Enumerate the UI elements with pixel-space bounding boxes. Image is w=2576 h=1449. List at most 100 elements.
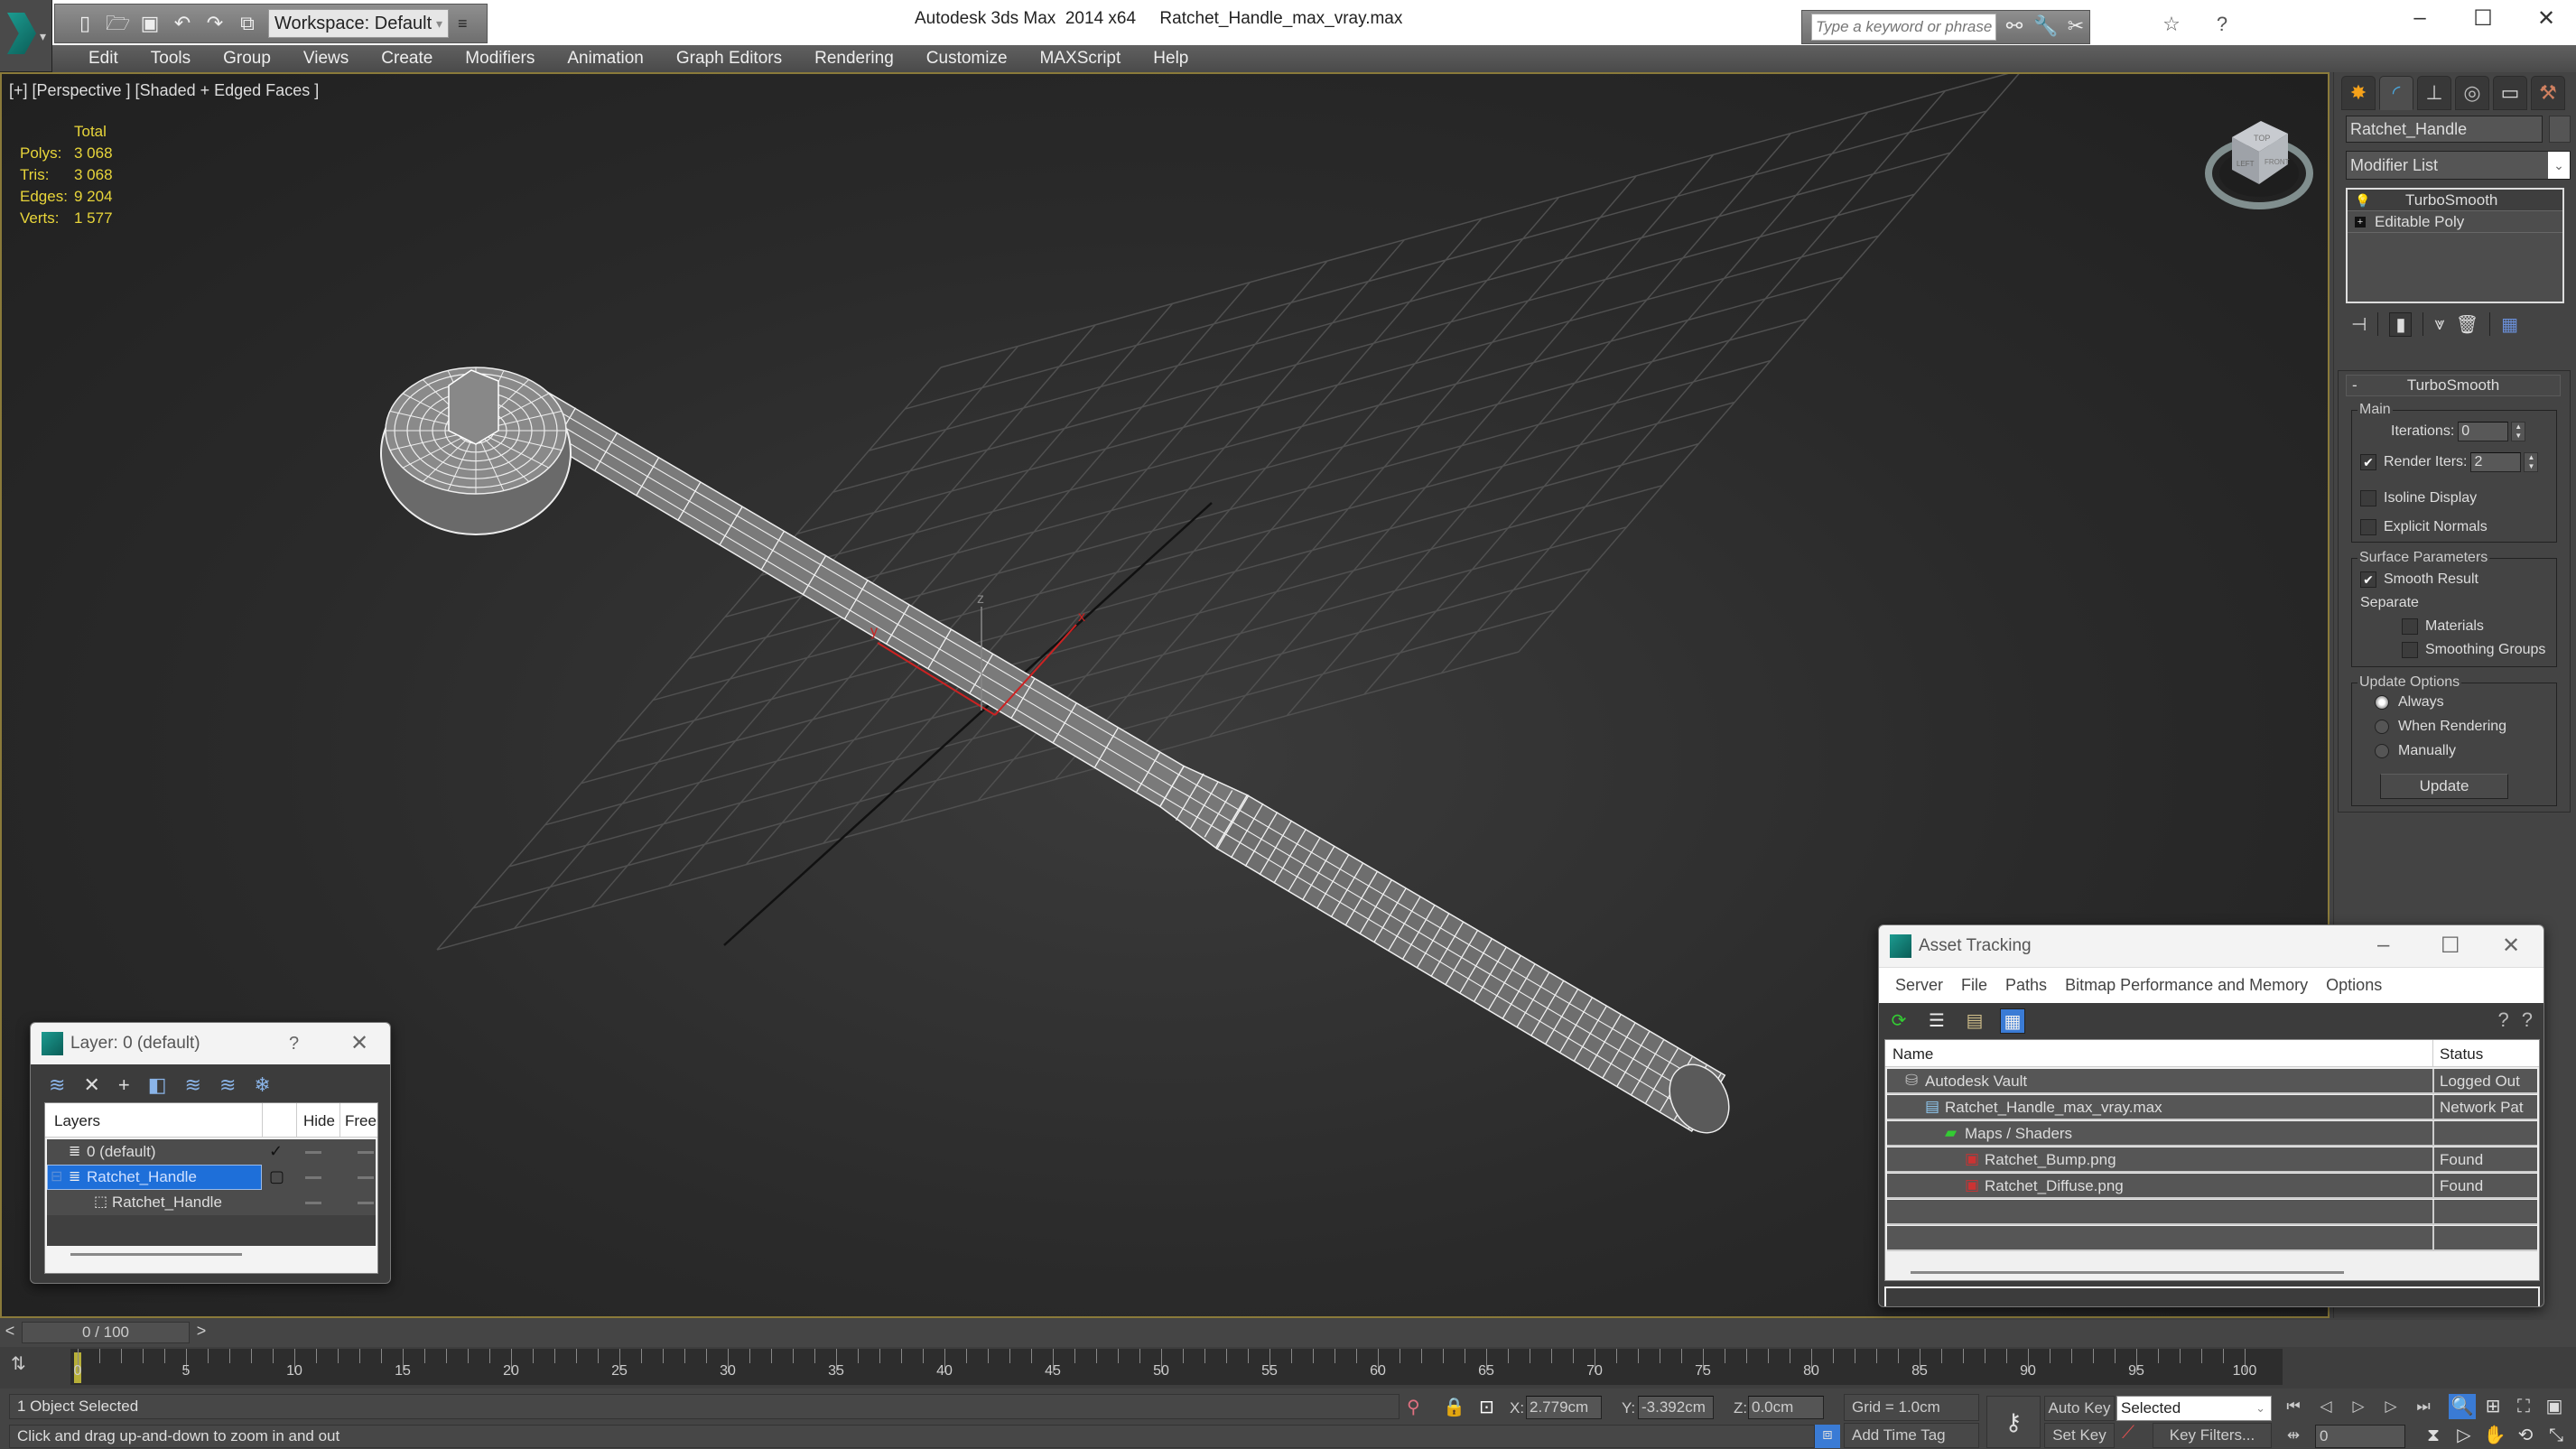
- isoline-display-checkbox[interactable]: [2360, 490, 2376, 506]
- undo-icon[interactable]: ↶: [171, 12, 194, 35]
- hide-layers-icon[interactable]: ≋: [219, 1073, 236, 1097]
- lightbulb-icon[interactable]: 💡: [2355, 190, 2370, 211]
- asset-row[interactable]: ▤ Ratchet_Handle_max_vray.max Network Pat: [1887, 1095, 2537, 1120]
- next-frame-button[interactable]: >: [191, 1322, 211, 1345]
- radio-button[interactable]: [2375, 720, 2389, 734]
- hierarchy-tab-icon[interactable]: ⊥: [2417, 76, 2451, 110]
- make-unique-icon[interactable]: ⩔: [2434, 314, 2444, 335]
- set-current-layer-box[interactable]: ▢: [269, 1167, 284, 1186]
- binoculars-icon[interactable]: ⚯: [2003, 14, 2026, 40]
- render-iters-checkbox[interactable]: ✔: [2360, 454, 2376, 470]
- zoom-icon[interactable]: 🔍: [2449, 1394, 2476, 1419]
- toolbar-options-icon[interactable]: ≡: [458, 14, 468, 33]
- add-time-tag-button[interactable]: Add Time Tag: [1844, 1423, 1979, 1448]
- key-filters-button[interactable]: Key Filters...: [2153, 1423, 2272, 1448]
- asset-menu-file[interactable]: File: [1952, 976, 1996, 995]
- zoom-extents-all-icon[interactable]: ▣: [2541, 1394, 2568, 1419]
- current-frame-field[interactable]: 0: [2315, 1425, 2405, 1448]
- select-objects-icon[interactable]: ◧: [148, 1073, 167, 1097]
- table-view-icon[interactable]: ▦: [2000, 1008, 2025, 1034]
- y-coordinate-field[interactable]: -3.392cm: [1638, 1396, 1714, 1419]
- asset-menu-options[interactable]: Options: [2317, 976, 2391, 995]
- menu-modifiers[interactable]: Modifiers: [449, 49, 551, 69]
- absolute-mode-icon[interactable]: ⊡: [1479, 1396, 1494, 1418]
- add-to-layer-icon[interactable]: +: [118, 1073, 130, 1097]
- freeze-layers-icon[interactable]: ❄: [254, 1073, 270, 1097]
- horizontal-scrollbar[interactable]: [70, 1253, 242, 1256]
- open-file-icon[interactable]: 🗁: [106, 12, 130, 35]
- update-option-when-rendering[interactable]: When Rendering: [2375, 719, 2506, 735]
- remove-modifier-icon[interactable]: 🗑: [2456, 313, 2478, 336]
- ratchet-handle-model[interactable]: [380, 367, 1741, 1144]
- zoom-all-icon[interactable]: ⊞: [2479, 1394, 2506, 1419]
- show-end-result-icon[interactable]: ▮: [2389, 311, 2413, 337]
- workspace-dropdown[interactable]: Workspace: Default: [268, 9, 449, 38]
- render-iters-field[interactable]: 2: [2470, 452, 2522, 472]
- track-bar-timeline[interactable]: 0 5 10 15 20 25 30 35 40 45 50 55 60 65 70 75 80 85 90 95 10…: [70, 1349, 2283, 1385]
- menu-views[interactable]: Views: [287, 49, 365, 69]
- help-button[interactable]: ?: [289, 1034, 299, 1054]
- iterations-spinner[interactable]: ▲ ▼: [2511, 422, 2526, 441]
- new-file-icon[interactable]: ▯: [73, 12, 97, 35]
- utilities-tab-icon[interactable]: ⚒: [2531, 76, 2565, 110]
- communication-icon[interactable]: ✂: [2064, 14, 2088, 40]
- layer-row[interactable]: ⊟ ≣ Ratchet_Handle ▢: [47, 1165, 376, 1190]
- object-color-swatch[interactable]: [2549, 116, 2571, 143]
- menu-rendering[interactable]: Rendering: [798, 49, 910, 69]
- radio-button[interactable]: [2375, 695, 2389, 710]
- default-in-out-tangent-icon[interactable]: ⟋: [2122, 1423, 2134, 1444]
- maximize-button[interactable]: ☐: [2441, 933, 2460, 959]
- field-of-view-icon[interactable]: ▷: [2450, 1423, 2478, 1448]
- close-button[interactable]: ✕: [350, 1030, 368, 1056]
- menu-tools[interactable]: Tools: [135, 49, 207, 69]
- horizontal-scrollbar[interactable]: [1911, 1271, 2344, 1274]
- project-folder-icon[interactable]: ⧉: [236, 12, 259, 35]
- update-button[interactable]: Update: [2380, 774, 2508, 799]
- menu-create[interactable]: Create: [365, 49, 449, 69]
- menu-help[interactable]: Help: [1137, 49, 1204, 69]
- menu-customize[interactable]: Customize: [910, 49, 1024, 69]
- help-icon[interactable]: ?: [2498, 1008, 2509, 1032]
- render-iters-spinner[interactable]: ▲ ▼: [2524, 452, 2539, 472]
- time-tag-icon[interactable]: ⧈: [1815, 1425, 1840, 1448]
- go-to-end-icon[interactable]: ⏭: [2411, 1398, 2436, 1416]
- time-configuration-icon[interactable]: ⧗: [2420, 1423, 2447, 1448]
- z-coordinate-field[interactable]: 0.0cm: [1748, 1396, 1824, 1419]
- asset-row[interactable]: ▣ Ratchet_Bump.png Found: [1887, 1147, 2537, 1173]
- menu-group[interactable]: Group: [207, 49, 287, 69]
- key-mode-dropdown[interactable]: Selected ⌄: [2116, 1396, 2272, 1421]
- stack-item-turbosmooth[interactable]: 💡 TurboSmooth: [2348, 190, 2562, 211]
- menu-edit[interactable]: Edit: [72, 49, 135, 69]
- go-to-start-icon[interactable]: ⏮: [2281, 1398, 2306, 1416]
- stack-item-editable-poly[interactable]: + Editable Poly: [2348, 211, 2562, 233]
- curve-editor-icon[interactable]: ⇅: [11, 1352, 26, 1375]
- column-status[interactable]: Status: [2440, 1045, 2483, 1064]
- context-help-icon[interactable]: ?: [2522, 1008, 2533, 1032]
- configure-modifier-sets-icon[interactable]: ▦: [2501, 313, 2518, 336]
- isolate-selection-icon[interactable]: ⚲: [1407, 1396, 1420, 1418]
- favorites-icon[interactable]: ☆: [2160, 13, 2183, 38]
- asset-row[interactable]: ▰ Maps / Shaders: [1887, 1121, 2537, 1147]
- viewport-label-menu[interactable]: [+] [Perspective ] [Shaded + Edged Faces…: [9, 81, 319, 100]
- play-icon[interactable]: ▷: [2346, 1398, 2371, 1416]
- update-option-always[interactable]: Always: [2375, 694, 2444, 711]
- x-coordinate-field[interactable]: 2.779cm: [1526, 1396, 1602, 1419]
- maximize-viewport-icon[interactable]: ⤡: [2543, 1423, 2570, 1448]
- layer-row[interactable]: ≣ 0 (default) ✓: [47, 1139, 376, 1165]
- iterations-field[interactable]: 0: [2458, 422, 2509, 441]
- asset-row[interactable]: ▣ Ratchet_Diffuse.png Found: [1887, 1174, 2537, 1199]
- update-option-manually[interactable]: Manually: [2375, 743, 2456, 759]
- smooth-result-checkbox[interactable]: ✔: [2360, 571, 2376, 588]
- list-view-icon[interactable]: ☰: [1924, 1008, 1949, 1034]
- rollout-header[interactable]: - TurboSmooth: [2346, 375, 2561, 396]
- expand-plus-icon[interactable]: +: [2355, 217, 2366, 228]
- object-name-field[interactable]: Ratchet_Handle: [2346, 116, 2543, 143]
- collapse-icon[interactable]: ⊟: [51, 1167, 62, 1185]
- menu-animation[interactable]: Animation: [551, 49, 660, 69]
- modifier-list-dropdown[interactable]: Modifier List ⌄: [2346, 151, 2571, 180]
- maximize-button[interactable]: ☐: [2465, 5, 2501, 32]
- set-key-icon[interactable]: ⚷: [1986, 1396, 2041, 1448]
- asset-tracking-titlebar[interactable]: Asset Tracking – ☐ ✕: [1879, 925, 2543, 967]
- layer-dialog-titlebar[interactable]: Layer: 0 (default) ? ✕: [31, 1023, 390, 1064]
- freeze-toggle[interactable]: [358, 1202, 374, 1204]
